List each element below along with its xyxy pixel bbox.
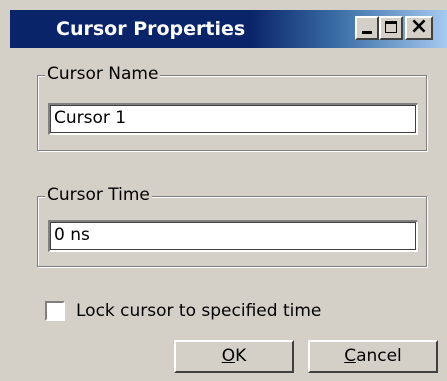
- cancel-label-rest: ancel: [356, 346, 402, 366]
- window-title: Cursor Properties: [56, 18, 246, 40]
- ok-accelerator: O: [221, 346, 236, 366]
- cursor-name-input[interactable]: Cursor 1: [48, 103, 418, 135]
- cursor-properties-dialog: Cursor Properties × Cursor Name Cursor 1…: [0, 0, 447, 381]
- close-button[interactable]: ×: [405, 14, 433, 40]
- lock-cursor-checkbox[interactable]: [45, 301, 65, 321]
- cursor-time-input[interactable]: 0 ns: [48, 220, 418, 252]
- minimize-button[interactable]: [355, 16, 379, 40]
- cursor-time-label: Cursor Time: [45, 184, 152, 206]
- close-icon: ×: [409, 14, 429, 39]
- minimize-icon: [362, 31, 372, 34]
- cancel-button[interactable]: Cancel: [308, 340, 438, 373]
- ok-label-rest: K: [235, 346, 247, 366]
- cursor-name-label: Cursor Name: [45, 63, 161, 85]
- lock-cursor-label[interactable]: Lock cursor to specified time: [76, 300, 321, 322]
- maximize-button[interactable]: [379, 16, 403, 40]
- maximize-icon: [385, 21, 397, 33]
- ok-button[interactable]: OK: [174, 340, 294, 373]
- cursor-time-group: Cursor Time 0 ns: [37, 184, 427, 267]
- cursor-name-group: Cursor Name Cursor 1: [37, 63, 427, 151]
- cancel-accelerator: C: [344, 346, 357, 366]
- title-bar[interactable]: Cursor Properties ×: [10, 10, 447, 48]
